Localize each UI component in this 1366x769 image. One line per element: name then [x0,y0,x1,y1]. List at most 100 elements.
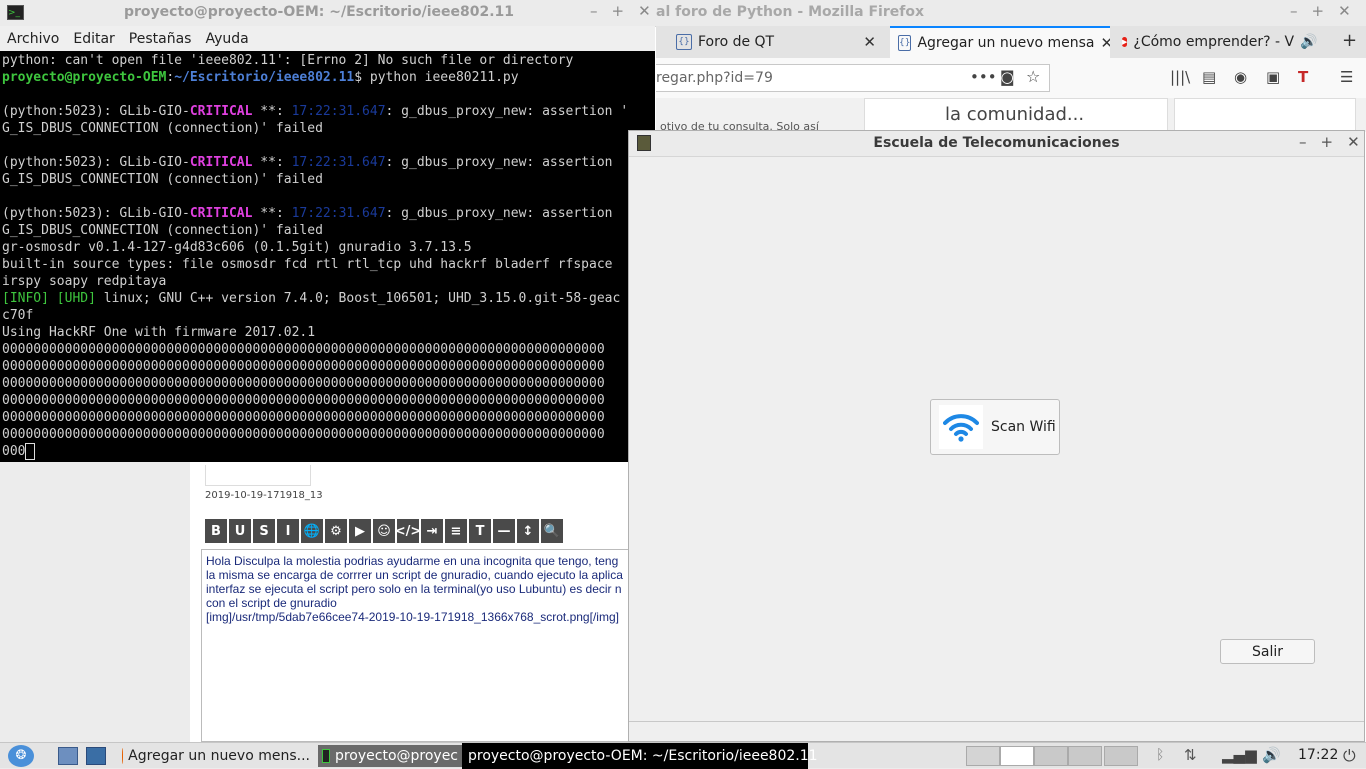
file-manager-icon[interactable] [86,747,106,765]
firefox-window-controls: – + ✕ [1290,2,1351,20]
tab-label: Foro de QT [698,34,775,50]
bbcode-button[interactable]: ↕ [517,519,539,543]
terminal-line: G_IS_DBUS_CONNECTION (connection)' faile… [2,172,323,187]
bbcode-button[interactable]: T [469,519,491,543]
workspace-5[interactable] [1104,746,1138,766]
network-icon[interactable]: ⇅ [1184,746,1197,764]
sidebar-icon[interactable]: ▤ [1202,68,1216,86]
maximize-icon[interactable]: + [1321,133,1334,151]
signal-icon[interactable]: ▂▄▆ [1222,746,1257,764]
terminal-line: 0000000000000000000000000000000000000000… [2,410,605,425]
tab-close-icon[interactable]: ✕ [1101,34,1110,52]
workspace-4[interactable] [1068,746,1102,766]
bbcode-button[interactable]: ≡ [445,519,467,543]
attachment-thumbnail[interactable] [205,465,311,486]
account-icon[interactable]: ◉ [1234,68,1247,86]
bbcode-button[interactable]: ⚙ [325,519,347,543]
app-window-controls: – + ✕ [1299,133,1360,151]
bbcode-button[interactable]: ⇥ [421,519,443,543]
close-icon[interactable]: ✕ [1338,2,1351,20]
bbcode-button[interactable]: 🌐 [301,519,323,543]
tab-como-emprender[interactable]: ▶ ¿Cómo emprender? - V 🔊 ✕ [1114,26,1326,58]
bbcode-button[interactable]: ☺ [373,519,395,543]
power-icon[interactable]: ⏻ [1343,746,1356,766]
firefox-navbar: regar.php?id=79 ••• ◙ ☆ |||\ ▤ ◉ ▣ T ☰ [656,58,1366,99]
scan-wifi-button[interactable]: Scan Wifi [930,399,1060,455]
message-line: [img]/usr/tmp/5dab7e66cee74-2019-10-19-1… [206,610,619,624]
terminal-prompt-line: proyecto@proyecto-OEM:~/Escritorio/ieee8… [2,69,628,86]
bbcode-button[interactable]: I [277,519,299,543]
menu-icon[interactable]: ☰ [1340,68,1353,86]
forum-favicon-icon: {} [676,34,692,50]
maximize-icon[interactable]: + [1312,2,1325,20]
prompt-user: proyecto@proyecto-OEM [2,70,167,85]
terminal-window: >_ proyecto@proyecto-OEM: ~/Escritorio/i… [0,0,655,462]
menu-ayuda[interactable]: Ayuda [205,31,248,47]
taskbar-item-firefox[interactable]: Agregar un nuevo mens... [118,745,314,767]
workspace-3[interactable] [1034,746,1068,766]
app-titlebar[interactable]: Escuela de Telecomunicaciones – + ✕ [629,131,1364,157]
menu-archivo[interactable]: Archivo [7,31,59,47]
scan-wifi-label: Scan Wifi [991,419,1056,435]
minimize-icon[interactable]: – [1290,2,1298,20]
minimize-icon[interactable]: – [590,2,598,20]
terminal-line: (python:5023): GLib-GIO-CRITICAL **: 17:… [2,206,613,221]
bbcode-button[interactable]: B [205,519,227,543]
start-menu-icon[interactable]: ❂ [8,745,34,767]
workspace-1[interactable] [966,746,1000,766]
menu-pestanas[interactable]: Pestañas [129,31,192,47]
tab-foro-qt[interactable]: {} Foro de QT ✕ [668,26,884,58]
tab-close-icon[interactable]: ✕ [863,33,876,51]
tab-agregar-mensaje[interactable]: {} Agregar un nuevo mensa ✕ [890,26,1110,58]
terminal-titlebar[interactable]: >_ proyecto@proyecto-OEM: ~/Escritorio/i… [0,0,655,27]
prompt-command: $ python ieee80211.py [354,70,519,85]
bluetooth-icon[interactable]: ᛒ [1156,747,1164,763]
bbcode-toolbar: B U S I 🌐 ⚙ ▶ ☺ </> ⇥ ≡ T — ↕ 🔍 [205,519,563,543]
terminal-line: G_IS_DBUS_CONNECTION (connection)' faile… [2,223,323,238]
page-actions-icon[interactable]: ••• [970,68,997,86]
new-tab-button[interactable]: + [1342,30,1357,51]
message-textarea[interactable]: Hola Disculpa la molestia podrias ayudar… [201,549,630,742]
terminal-line: irspy soapy redpitaya [2,274,167,289]
forum-favicon-icon: {} [898,35,912,51]
close-icon[interactable]: ✕ [1347,133,1360,151]
show-desktop-icon[interactable] [58,747,78,765]
terminal-line: c70f [2,308,34,323]
pocket-icon[interactable]: ◙ [1000,68,1015,86]
attachment-filename: 2019-10-19-171918_13 [205,490,323,501]
terminal-output[interactable]: python: can't open file 'ieee802.11': [E… [2,52,628,462]
bbcode-button[interactable]: </> [395,519,421,543]
youtube-favicon-icon: ▶ [1122,37,1128,47]
taskbar-item-label: Agregar un nuevo mens... [128,748,310,764]
bbcode-button[interactable]: U [229,519,251,543]
menu-editar[interactable]: Editar [73,31,114,47]
extension-icon[interactable]: ▣ [1266,68,1280,86]
firefox-window-title: al foro de Python - Mozilla Firefox [656,4,924,20]
salir-button[interactable]: Salir [1220,639,1315,664]
speaker-icon[interactable]: 🔊 [1300,34,1317,50]
url-bar[interactable]: regar.php?id=79 ••• ◙ ☆ [656,64,1050,92]
library-icon[interactable]: |||\ [1170,68,1190,86]
bookmark-star-icon[interactable]: ☆ [1026,67,1040,86]
firefox-tabbar: {} Foro de QT ✕ {} Agregar un nuevo mens… [656,26,1366,59]
close-icon[interactable]: ✕ [638,2,651,20]
tab-label: ¿Cómo emprender? - V [1133,34,1295,50]
app-window-title: Escuela de Telecomunicaciones [873,135,1120,151]
workspace-2[interactable] [1000,746,1034,766]
bbcode-button[interactable]: ▶ [349,519,371,543]
bbcode-button[interactable]: S [253,519,275,543]
clock[interactable]: 17:22 [1298,747,1338,763]
terminal-line: 0000000000000000000000000000000000000000… [2,427,605,442]
taskbar-item-terminal[interactable]: proyecto@proyec [318,745,462,767]
terminal-line: gr-osmosdr v0.1.4-127-g4d83c606 (0.1.5gi… [2,240,472,255]
translate-icon[interactable]: T [1298,68,1308,86]
terminal-line: 0000000000000000000000000000000000000000… [2,359,605,374]
maximize-icon[interactable]: + [612,2,625,20]
bbcode-button[interactable]: 🔍 [541,519,563,543]
terminal-cursor [25,443,36,460]
minimize-icon[interactable]: – [1299,133,1307,151]
volume-icon[interactable]: 🔊 [1262,746,1281,764]
bbcode-button[interactable]: — [493,519,515,543]
